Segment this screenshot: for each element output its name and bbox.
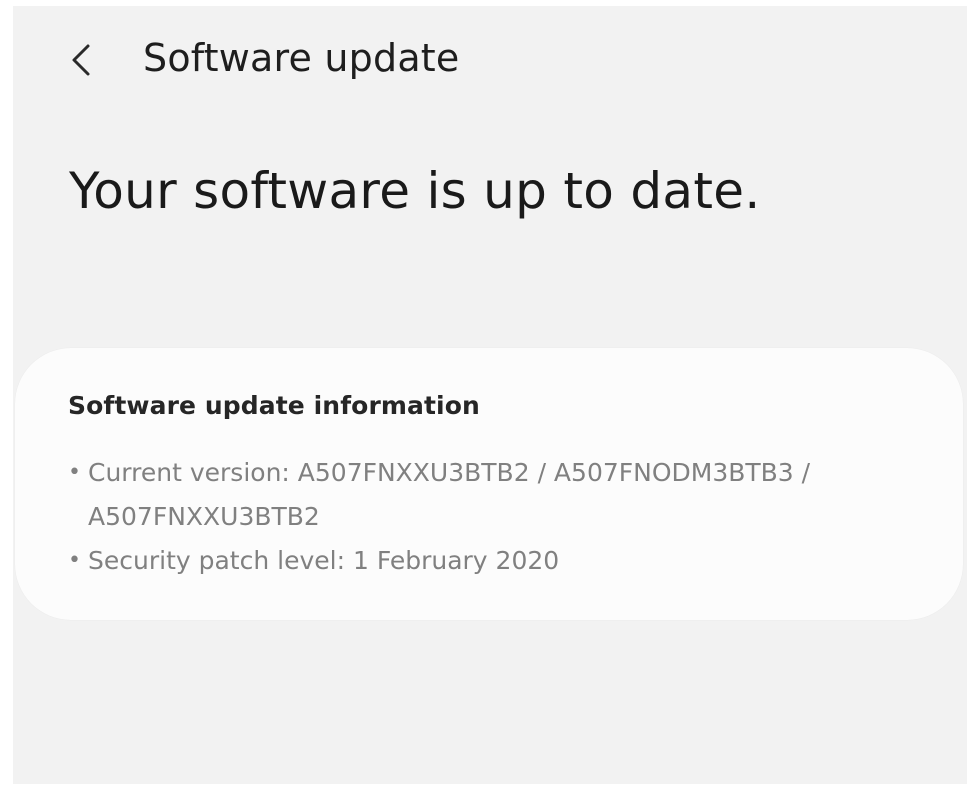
app-bar: Software update [13, 6, 967, 116]
software-update-info-card: Software update information • Current ve… [15, 348, 963, 620]
bullet: • [68, 548, 81, 573]
info-card-title: Software update information [68, 391, 480, 420]
security-patch-label: Security patch level: [88, 546, 353, 575]
security-patch-value: 1 February 2020 [352, 546, 560, 575]
current-version-text: Current version: A507FNXXU3BTB2 / A507FN… [88, 451, 928, 539]
update-status-heading: Your software is up to date. [69, 162, 761, 220]
current-version-item: • Current version: A507FNXXU3BTB2 / A507… [68, 451, 928, 539]
security-patch-item: • Security patch level: 1 February 2020 [68, 539, 928, 583]
software-update-screen: Software update Your software is up to d… [13, 6, 967, 784]
info-list: • Current version: A507FNXXU3BTB2 / A507… [68, 451, 928, 583]
bullet: • [68, 460, 81, 485]
chevron-left-icon [72, 44, 90, 76]
security-patch-text: Security patch level: 1 February 2020 [88, 539, 928, 583]
page-title: Software update [143, 36, 460, 80]
back-button[interactable] [57, 36, 105, 84]
current-version-label: Current version: [88, 458, 298, 487]
